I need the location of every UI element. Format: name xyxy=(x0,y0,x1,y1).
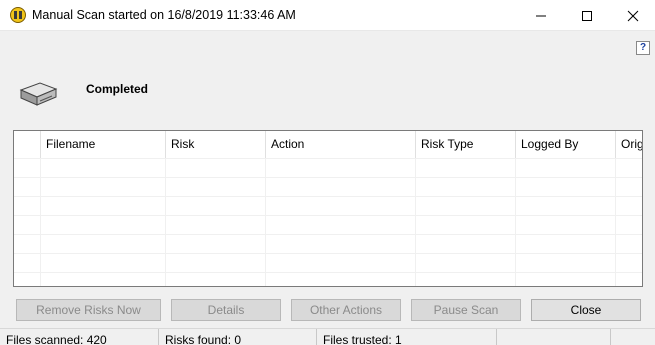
details-button[interactable]: Details xyxy=(171,299,281,321)
status-bar-divider xyxy=(610,329,611,345)
maximize-button[interactable] xyxy=(564,0,610,31)
status-bar-divider xyxy=(316,329,317,345)
close-icon xyxy=(627,10,639,22)
window-title: Manual Scan started on 16/8/2019 11:33:4… xyxy=(32,8,296,22)
app-shield-icon xyxy=(10,7,26,23)
column-header-origin[interactable]: Orig xyxy=(621,137,642,151)
header-separator[interactable] xyxy=(615,131,616,158)
status-bar: Files scanned: 420 Risks found: 0 Files … xyxy=(0,328,655,345)
title-bar: Manual Scan started on 16/8/2019 11:33:4… xyxy=(0,0,655,31)
row-line xyxy=(14,177,642,178)
minimize-button[interactable] xyxy=(518,0,564,31)
row-line xyxy=(14,215,642,216)
header-separator[interactable] xyxy=(165,131,166,158)
row-line xyxy=(14,272,642,273)
row-line xyxy=(14,196,642,197)
row-line xyxy=(14,253,642,254)
header-separator[interactable] xyxy=(265,131,266,158)
help-icon[interactable]: ? xyxy=(636,41,650,55)
column-header-risk-type[interactable]: Risk Type xyxy=(421,137,473,151)
status-bar-divider xyxy=(158,329,159,345)
remove-risks-now-button[interactable]: Remove Risks Now xyxy=(16,299,161,321)
minimize-icon xyxy=(536,15,546,17)
risks-found-count: Risks found: 0 xyxy=(165,333,242,345)
header-bottom-line xyxy=(14,158,642,159)
files-scanned-count: Files scanned: 420 xyxy=(6,333,107,345)
row-line xyxy=(14,234,642,235)
results-table[interactable]: Filename Risk Action Risk Type Logged By… xyxy=(13,130,643,287)
close-window-button[interactable] xyxy=(610,0,655,31)
column-header-filename[interactable]: Filename xyxy=(46,137,95,151)
header-separator[interactable] xyxy=(415,131,416,158)
column-header-logged-by[interactable]: Logged By xyxy=(521,137,578,151)
scan-status: Completed xyxy=(86,82,149,96)
other-actions-button[interactable]: Other Actions xyxy=(291,299,401,321)
hard-drive-icon xyxy=(18,78,58,110)
files-trusted-count: Files trusted: 1 xyxy=(323,333,402,345)
column-header-risk[interactable]: Risk xyxy=(171,137,194,151)
header-separator[interactable] xyxy=(515,131,516,158)
header-separator[interactable] xyxy=(40,131,41,158)
status-bar-divider xyxy=(496,329,497,345)
pause-scan-button[interactable]: Pause Scan xyxy=(411,299,521,321)
maximize-icon xyxy=(582,11,592,21)
column-header-action[interactable]: Action xyxy=(271,137,304,151)
close-button[interactable]: Close xyxy=(531,299,641,321)
